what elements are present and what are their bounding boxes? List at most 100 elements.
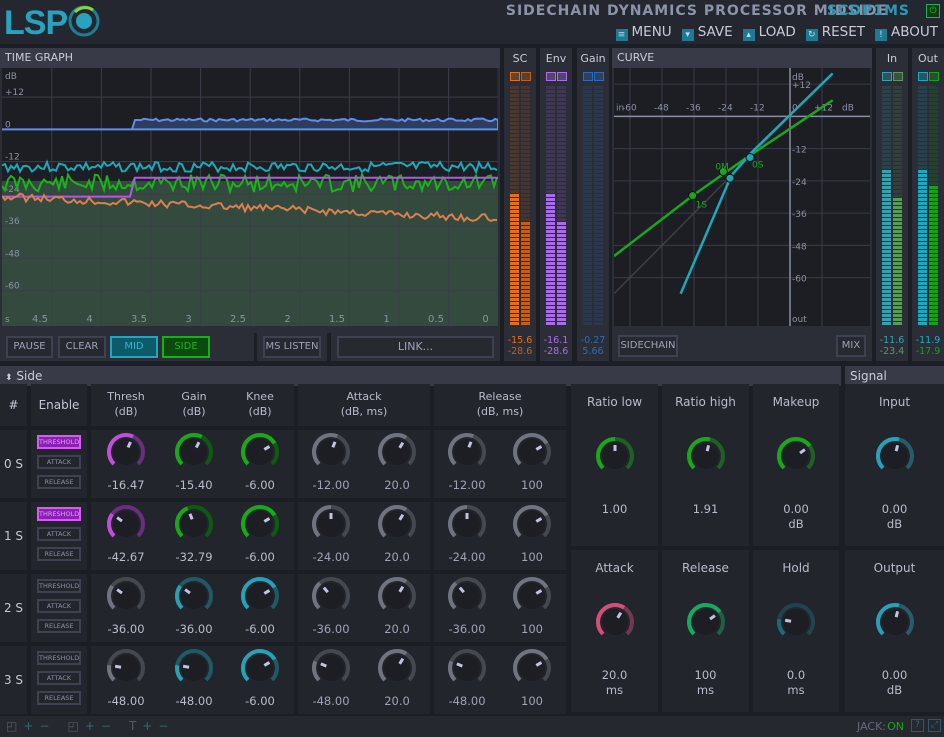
knob-knee[interactable] bbox=[239, 503, 281, 545]
minus-icon[interactable]: − bbox=[39, 719, 49, 733]
knob-rel-db[interactable] bbox=[446, 647, 488, 689]
meter-segment bbox=[557, 166, 566, 169]
knob-ratio-high[interactable] bbox=[685, 435, 727, 477]
knob-att-db[interactable] bbox=[310, 575, 352, 617]
knob-rel-db[interactable] bbox=[446, 503, 488, 545]
meter-segment bbox=[929, 90, 938, 93]
knob-rel-ms[interactable] bbox=[511, 647, 553, 689]
knob-output[interactable] bbox=[874, 601, 916, 643]
ms-listen-button[interactable]: MS LISTEN bbox=[263, 336, 321, 358]
clear-button[interactable]: CLEAR bbox=[58, 336, 106, 358]
meter-env-channel-swatch[interactable] bbox=[557, 72, 567, 81]
knob-rel-db[interactable] bbox=[446, 431, 488, 473]
meter-gain-channel-swatch[interactable] bbox=[594, 72, 604, 81]
meter-sc-channel-swatch[interactable] bbox=[510, 72, 520, 81]
load-button[interactable]: ▴ LOAD bbox=[742, 24, 796, 41]
knob-thresh[interactable] bbox=[105, 647, 147, 689]
window-icon[interactable]: ◰ bbox=[67, 719, 78, 733]
section-header: ⬍ Side bbox=[0, 366, 841, 386]
plus-icon[interactable]: + bbox=[142, 719, 152, 733]
toggle-release[interactable]: RELEASE bbox=[37, 619, 81, 633]
y-tick: +12 bbox=[5, 88, 24, 98]
toggle-threshold[interactable]: THRESHOLD bbox=[37, 507, 81, 521]
knob-rel-ms[interactable] bbox=[511, 575, 553, 617]
knob-att-ms[interactable] bbox=[376, 431, 418, 473]
meter-segment bbox=[510, 214, 519, 217]
value-rel-ms: 100 bbox=[521, 694, 543, 708]
knob-attack[interactable] bbox=[594, 601, 636, 643]
side-button[interactable]: SIDE bbox=[162, 336, 210, 358]
meter-segment bbox=[594, 202, 603, 205]
help-icon[interactable]: ? bbox=[911, 719, 924, 732]
knob-att-db[interactable] bbox=[310, 431, 352, 473]
pause-button[interactable]: PAUSE bbox=[6, 336, 53, 358]
toggle-release[interactable]: RELEASE bbox=[37, 547, 81, 561]
plus-icon[interactable]: + bbox=[23, 719, 33, 733]
toggle-release[interactable]: RELEASE bbox=[37, 475, 81, 489]
sidechain-button[interactable]: SIDECHAIN bbox=[618, 335, 678, 357]
meter-out-channel-swatch[interactable] bbox=[929, 72, 939, 81]
knob-gain[interactable] bbox=[173, 431, 215, 473]
knob-makeup[interactable] bbox=[775, 435, 817, 477]
meter-segment bbox=[893, 114, 902, 117]
curve-point-handle[interactable] bbox=[725, 173, 735, 183]
minus-icon[interactable]: − bbox=[158, 719, 168, 733]
link-button[interactable]: LINK... bbox=[337, 336, 494, 358]
meter-segment bbox=[510, 94, 519, 97]
knob-att-db[interactable] bbox=[310, 503, 352, 545]
toggle-release[interactable]: RELEASE bbox=[37, 691, 81, 705]
meter-segment bbox=[929, 306, 938, 309]
knob-release[interactable] bbox=[685, 601, 727, 643]
meter-gain-channel-swatch[interactable] bbox=[583, 72, 593, 81]
toggle-attack[interactable]: ATTACK bbox=[37, 671, 81, 685]
knob-rel-ms[interactable] bbox=[511, 503, 553, 545]
menu-button[interactable]: ≡ MENU bbox=[615, 24, 672, 41]
knob-gain[interactable] bbox=[173, 647, 215, 689]
minus-icon[interactable]: − bbox=[101, 719, 111, 733]
meter-env-channel-swatch[interactable] bbox=[546, 72, 556, 81]
knob-hold[interactable] bbox=[775, 601, 817, 643]
knob-thresh[interactable] bbox=[105, 503, 147, 545]
toggle-attack[interactable]: ATTACK bbox=[37, 527, 81, 541]
knob-knee[interactable] bbox=[239, 575, 281, 617]
knob-thresh[interactable] bbox=[105, 431, 147, 473]
toggle-threshold[interactable]: THRESHOLD bbox=[37, 651, 81, 665]
updown-icon[interactable]: ⬍ bbox=[5, 373, 13, 383]
meter-in-channel-swatch[interactable] bbox=[893, 72, 903, 81]
power-icon[interactable]: ⏻ bbox=[926, 4, 940, 18]
knob-gain[interactable] bbox=[173, 503, 215, 545]
text-icon[interactable]: T bbox=[129, 719, 136, 733]
knob-input[interactable] bbox=[874, 435, 916, 477]
toggle-threshold[interactable]: THRESHOLD bbox=[37, 579, 81, 593]
knob-att-ms[interactable] bbox=[376, 503, 418, 545]
knob-att-ms[interactable] bbox=[376, 575, 418, 617]
knob-gain[interactable] bbox=[173, 575, 215, 617]
window-icon[interactable]: ◰ bbox=[6, 719, 17, 733]
mid-button[interactable]: MID bbox=[110, 336, 158, 358]
toggle-attack[interactable]: ATTACK bbox=[37, 455, 81, 469]
meter-sc-channel-swatch[interactable] bbox=[521, 72, 531, 81]
about-button[interactable]: ! ABOUT bbox=[874, 24, 938, 41]
toggle-threshold[interactable]: THRESHOLD bbox=[37, 435, 81, 449]
toggle-attack[interactable]: ATTACK bbox=[37, 599, 81, 613]
meter-out-channel-swatch[interactable] bbox=[918, 72, 928, 81]
knob-rel-ms[interactable] bbox=[511, 431, 553, 473]
knob-thresh[interactable] bbox=[105, 575, 147, 617]
time-graph[interactable]: +120-12-24-36-48-60dB4.5 4 3.5 3 2.5 2 1.5 1 0.5… bbox=[2, 68, 498, 326]
meter-segment bbox=[918, 286, 927, 289]
plus-icon[interactable]: + bbox=[85, 719, 95, 733]
reset-button[interactable]: ↻ RESET bbox=[805, 24, 865, 41]
fullscreen-icon[interactable]: ⤢ bbox=[928, 719, 941, 732]
knob-rel-db[interactable] bbox=[446, 575, 488, 617]
meter-segment bbox=[882, 98, 891, 101]
knob-knee[interactable] bbox=[239, 431, 281, 473]
curve-point-handle[interactable] bbox=[688, 191, 698, 201]
meter-in-channel-swatch[interactable] bbox=[882, 72, 892, 81]
knob-att-ms[interactable] bbox=[376, 647, 418, 689]
knob-att-db[interactable] bbox=[310, 647, 352, 689]
knob-ratio-low[interactable] bbox=[594, 435, 636, 477]
save-button[interactable]: ▾ SAVE bbox=[681, 24, 733, 41]
mix-button[interactable]: MIX bbox=[836, 335, 866, 357]
curve-graph[interactable]: -60 -48 -36 -24 -12 0 +12+12-12-24-36-48-60ino… bbox=[614, 68, 870, 326]
knob-knee[interactable] bbox=[239, 647, 281, 689]
